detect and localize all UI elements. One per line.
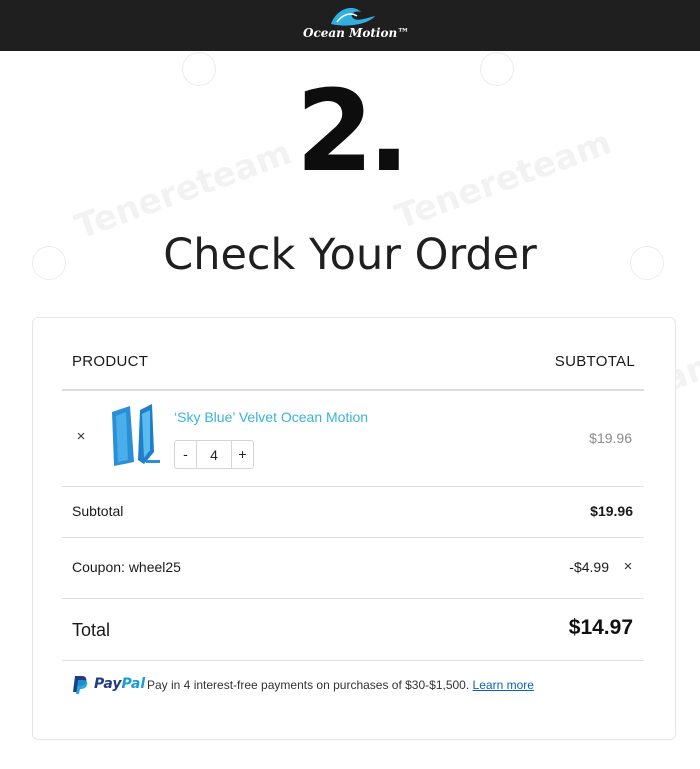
subtotal-label: Subtotal (72, 503, 124, 519)
divider (62, 389, 644, 391)
divider (62, 660, 644, 661)
divider (62, 486, 644, 487)
coupon-label: Coupon: wheel25 (72, 559, 181, 575)
divider (62, 537, 644, 538)
product-thumbnail[interactable] (104, 402, 164, 472)
item-subtotal: $19.96 (589, 430, 632, 446)
paypal-wordmark: PayPal (94, 676, 146, 692)
quantity-stepper[interactable]: - + (174, 440, 254, 469)
step-number: 2. (295, 67, 410, 197)
wave-icon (331, 8, 375, 26)
top-bar: Ocean Motion™ (0, 0, 700, 51)
learn-more-link[interactable]: Learn more (473, 678, 534, 692)
ocean-motion-logo[interactable]: Ocean Motion™ (303, 4, 410, 44)
product-link[interactable]: ‘Sky Blue’ Velvet Ocean Motion (174, 409, 368, 425)
paypal-icon (73, 676, 88, 694)
paypal-message-text: Pay in 4 interest-free payments on purch… (147, 678, 534, 692)
logo-text: Ocean Motion™ (303, 26, 410, 40)
divider (62, 598, 644, 599)
paypal-message: Pay in 4 interest-free payments on purch… (147, 678, 470, 692)
quantity-input[interactable] (197, 441, 231, 468)
column-header-product: PRODUCT (72, 353, 149, 370)
page-title: Check Your Order (163, 230, 537, 280)
total-label: Total (72, 620, 111, 640)
coupon-discount: -$4.99 (569, 559, 609, 575)
increase-quantity-button[interactable]: + (231, 441, 253, 468)
total-value: $14.97 (568, 616, 633, 639)
column-header-subtotal: SUBTOTAL (554, 353, 635, 370)
paypal-pay-later-message: PayPal Pay in 4 interest-free payments o… (72, 674, 632, 696)
remove-coupon-icon[interactable]: × (621, 559, 635, 575)
subtotal-value: $19.96 (590, 503, 633, 519)
decrease-quantity-button[interactable]: - (175, 441, 197, 468)
remove-item-icon[interactable]: × (74, 429, 88, 445)
